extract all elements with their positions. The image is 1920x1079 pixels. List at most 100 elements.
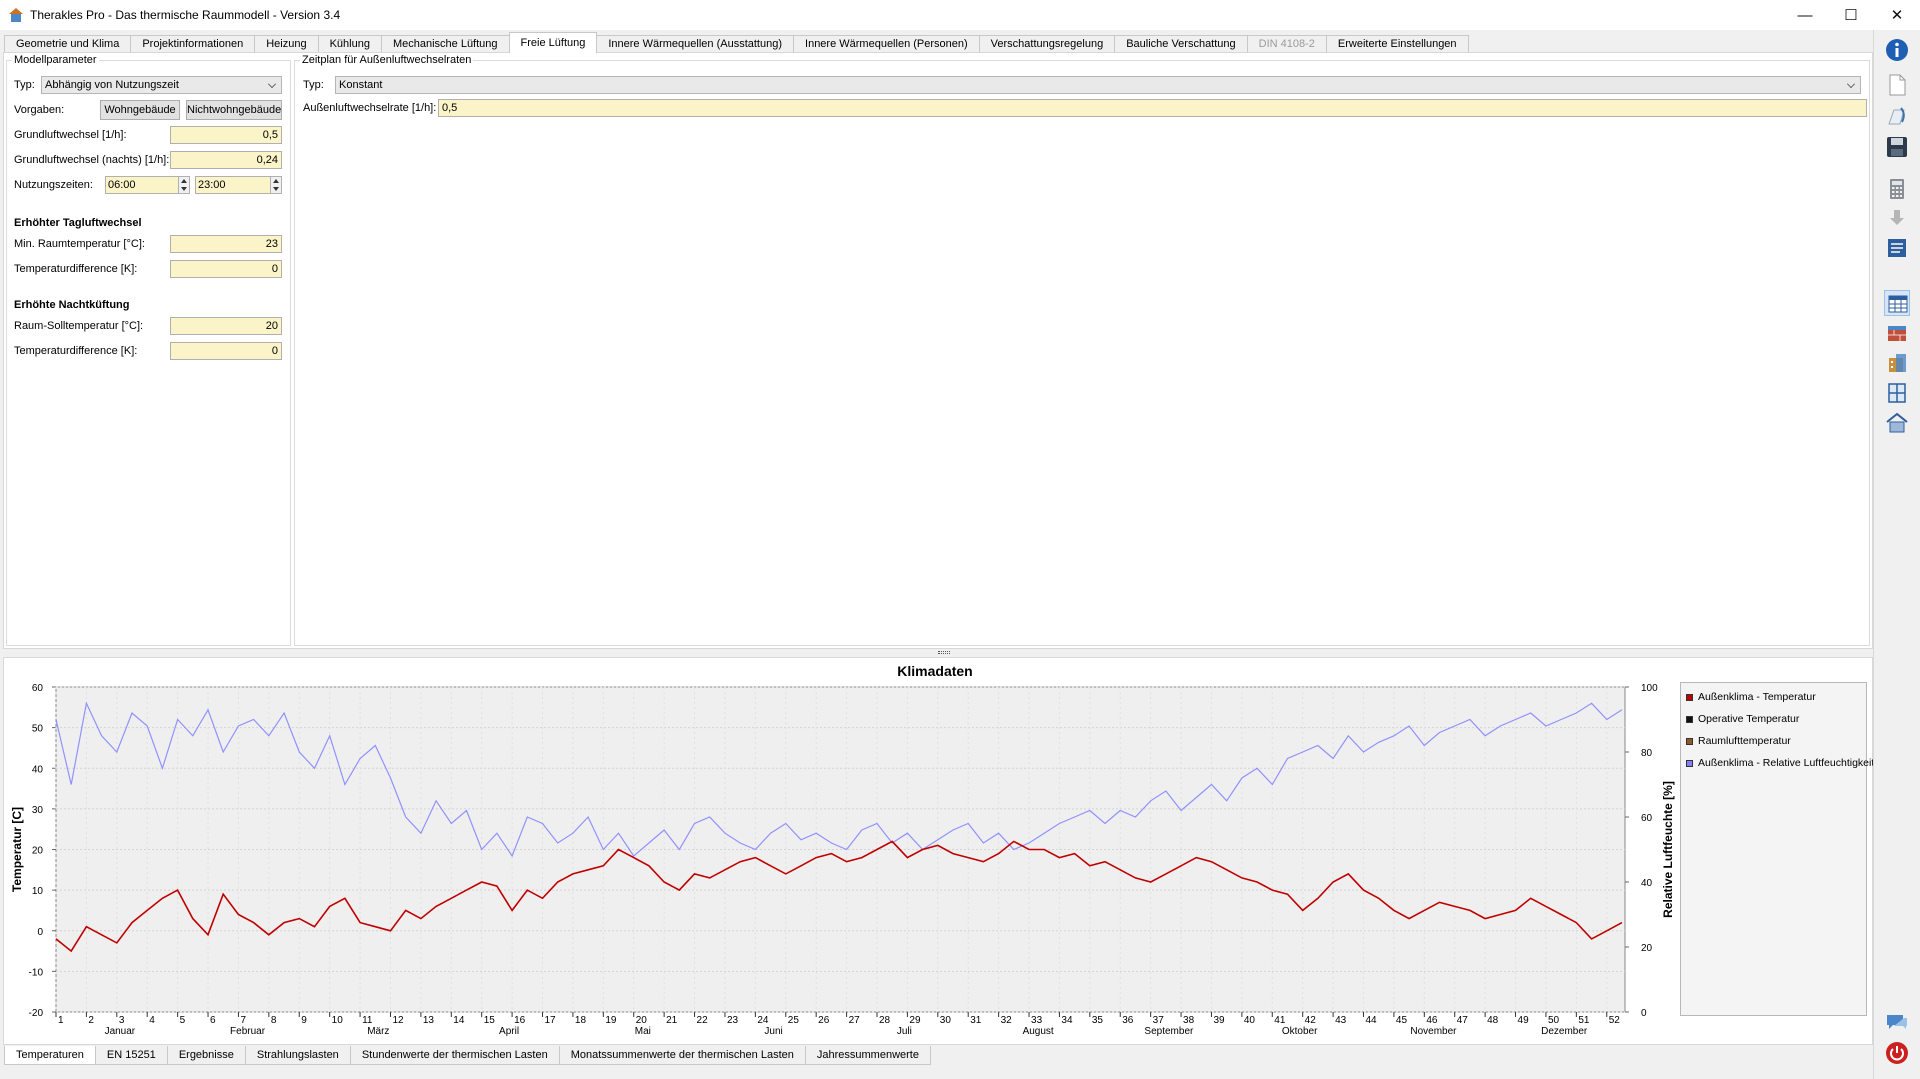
info-icon[interactable]	[1884, 37, 1910, 63]
tab-freie-lüftung[interactable]: Freie Lüftung	[508, 32, 598, 53]
y2-tick-label: 80	[1641, 748, 1653, 759]
y2-tick-label: 40	[1641, 878, 1653, 889]
x-tick-label: 41	[1274, 1015, 1286, 1026]
result-tab-ergebnisse[interactable]: Ergebnisse	[166, 1046, 246, 1065]
legend-item: Außenklima - Temperatur	[1686, 691, 1816, 703]
result-tab-monatssummenwerte-der-thermischen-lasten[interactable]: Monatssummenwerte der thermischen Lasten	[558, 1046, 806, 1065]
nonresidential-preset-button[interactable]: Nichtwohngebäude	[186, 100, 282, 120]
power-icon[interactable]	[1884, 1040, 1910, 1066]
chat-icon[interactable]	[1884, 1010, 1910, 1036]
x-tick-label: 42	[1305, 1015, 1317, 1026]
x-tick-label: 3	[119, 1015, 125, 1026]
x-tick-label: 2	[88, 1015, 94, 1026]
save-icon[interactable]	[1884, 134, 1910, 160]
x-tick-label: 36	[1122, 1015, 1134, 1026]
chart-legend: Außenklima - Temperatur Operative Temper…	[1680, 682, 1874, 1016]
close-button[interactable]: ✕	[1874, 0, 1920, 30]
table-icon[interactable]	[1884, 290, 1910, 316]
room-setpoint-label: Raum-Solltemperatur [°C]:	[14, 320, 144, 332]
min-room-temp-input[interactable]: 23	[170, 235, 282, 253]
tab-projektinformationen[interactable]: Projektinformationen	[130, 35, 256, 53]
result-tab-en-15251[interactable]: EN 15251	[94, 1046, 168, 1065]
tab-heizung[interactable]: Heizung	[254, 35, 319, 53]
result-tab-jahressummenwerte[interactable]: Jahressummenwerte	[804, 1046, 931, 1065]
x-month-label: Februar	[230, 1026, 266, 1037]
panel-splitter[interactable]	[3, 649, 1873, 657]
x-tick-label: 26	[818, 1015, 830, 1026]
x-month-label: März	[367, 1026, 389, 1037]
wall-icon[interactable]	[1884, 320, 1910, 346]
minimize-button[interactable]: —	[1782, 0, 1828, 30]
base-rate-input[interactable]: 0,5	[170, 126, 282, 144]
x-tick-label: 30	[940, 1015, 952, 1026]
base-rate-night-input[interactable]: 0,24	[170, 151, 282, 169]
rate-input[interactable]: 0,5	[438, 99, 1867, 117]
y-axis-label: Temperatur [C]	[10, 807, 24, 892]
x-tick-label: 47	[1457, 1015, 1469, 1026]
base-rate-night-label: Grundluftwechsel (nachts) [1/h]:	[14, 154, 170, 166]
tab-kühlung[interactable]: Kühlung	[317, 35, 382, 53]
day-temp-diff-input[interactable]: 0	[170, 260, 282, 278]
y-tick-label: -20	[29, 1008, 44, 1019]
y-tick-label: 10	[32, 886, 44, 897]
open-file-icon[interactable]	[1884, 104, 1910, 130]
maximize-button[interactable]: ☐	[1828, 0, 1874, 30]
schedule-type-select[interactable]: Konstant	[335, 76, 1861, 94]
tab-din-4108-2[interactable]: DIN 4108-2	[1246, 35, 1327, 53]
tab-erweiterte-einstellungen[interactable]: Erweiterte Einstellungen	[1325, 35, 1469, 53]
base-rate-label: Grundluftwechsel [1/h]:	[14, 129, 127, 141]
x-month-label: Mai	[635, 1026, 651, 1037]
x-month-label: Juli	[897, 1026, 912, 1037]
type-select[interactable]: Abhängig von Nutzungszeit	[41, 76, 282, 94]
x-tick-label: 40	[1244, 1015, 1256, 1026]
x-month-label: September	[1144, 1026, 1194, 1037]
report-icon[interactable]	[1884, 235, 1910, 261]
x-tick-label: 21	[666, 1015, 678, 1026]
tab-innere-wärmequellen-ausstattung[interactable]: Innere Wärmequellen (Ausstattung)	[596, 35, 795, 53]
result-tab-stundenwerte-der-thermischen-lasten[interactable]: Stundenwerte der thermischen Lasten	[349, 1046, 560, 1065]
result-tab-strahlungslasten[interactable]: Strahlungslasten	[244, 1046, 351, 1065]
title-bar: Therakles Pro - Das thermische Raummodel…	[0, 0, 1920, 30]
x-month-label: November	[1410, 1026, 1457, 1037]
roof-icon[interactable]	[1884, 410, 1910, 436]
model-params-title: Modellparameter	[12, 54, 99, 66]
night-temp-diff-input[interactable]: 0	[170, 342, 282, 360]
x-tick-label: 22	[697, 1015, 709, 1026]
y2-tick-label: 0	[1641, 1008, 1647, 1019]
chevron-down-icon	[1847, 80, 1855, 88]
x-tick-label: 8	[271, 1015, 277, 1026]
result-tab-temperaturen[interactable]: Temperaturen	[4, 1046, 96, 1065]
new-file-icon[interactable]	[1884, 72, 1910, 98]
tab-innere-wärmequellen-personen[interactable]: Innere Wärmequellen (Personen)	[793, 35, 980, 53]
main-tab-bar: Geometrie und Klima Projektinformationen H…	[4, 32, 1469, 53]
tab-bauliche-verschattung[interactable]: Bauliche Verschattung	[1114, 35, 1248, 53]
x-tick-label: 39	[1213, 1015, 1225, 1026]
x-tick-label: 44	[1366, 1015, 1378, 1026]
room-setpoint-input[interactable]: 20	[170, 317, 282, 335]
x-tick-label: 37	[1153, 1015, 1165, 1026]
residential-preset-button[interactable]: Wohngebäude	[100, 100, 180, 120]
building-icon[interactable]	[1884, 350, 1910, 376]
legend-item: Operative Temperatur	[1686, 713, 1799, 725]
tab-geometrie-und-klima[interactable]: Geometrie und Klima	[4, 35, 132, 53]
window-title: Therakles Pro - Das thermische Raummodel…	[30, 8, 341, 22]
night-ventilation-heading: Erhöhte Nachtküftung	[14, 299, 130, 311]
y-tick-label: 60	[32, 683, 44, 694]
x-tick-label: 48	[1487, 1015, 1499, 1026]
x-tick-label: 32	[1001, 1015, 1013, 1026]
usage-end-spinner[interactable]: 23:00	[195, 176, 282, 194]
y-tick-label: -10	[29, 967, 44, 978]
x-tick-label: 27	[849, 1015, 861, 1026]
usage-start-spinner[interactable]: 06:00	[105, 176, 190, 194]
x-tick-label: 13	[423, 1015, 435, 1026]
day-temp-diff-label: Temperaturdifference [K]:	[14, 263, 138, 275]
tab-verschattungsregelung[interactable]: Verschattungsregelung	[978, 35, 1116, 53]
app-logo-icon	[8, 7, 24, 23]
x-tick-label: 6	[210, 1015, 216, 1026]
download-icon[interactable]	[1884, 205, 1910, 231]
window-icon[interactable]	[1884, 380, 1910, 406]
tab-mechanische-lüftung[interactable]: Mechanische Lüftung	[380, 35, 510, 53]
x-tick-label: 1	[58, 1015, 64, 1026]
climate-chart: 6050403020100-10-201008060402001 2 3 4 5 6 7 8 9…	[10, 683, 1675, 1037]
calculator-icon[interactable]	[1884, 176, 1910, 202]
